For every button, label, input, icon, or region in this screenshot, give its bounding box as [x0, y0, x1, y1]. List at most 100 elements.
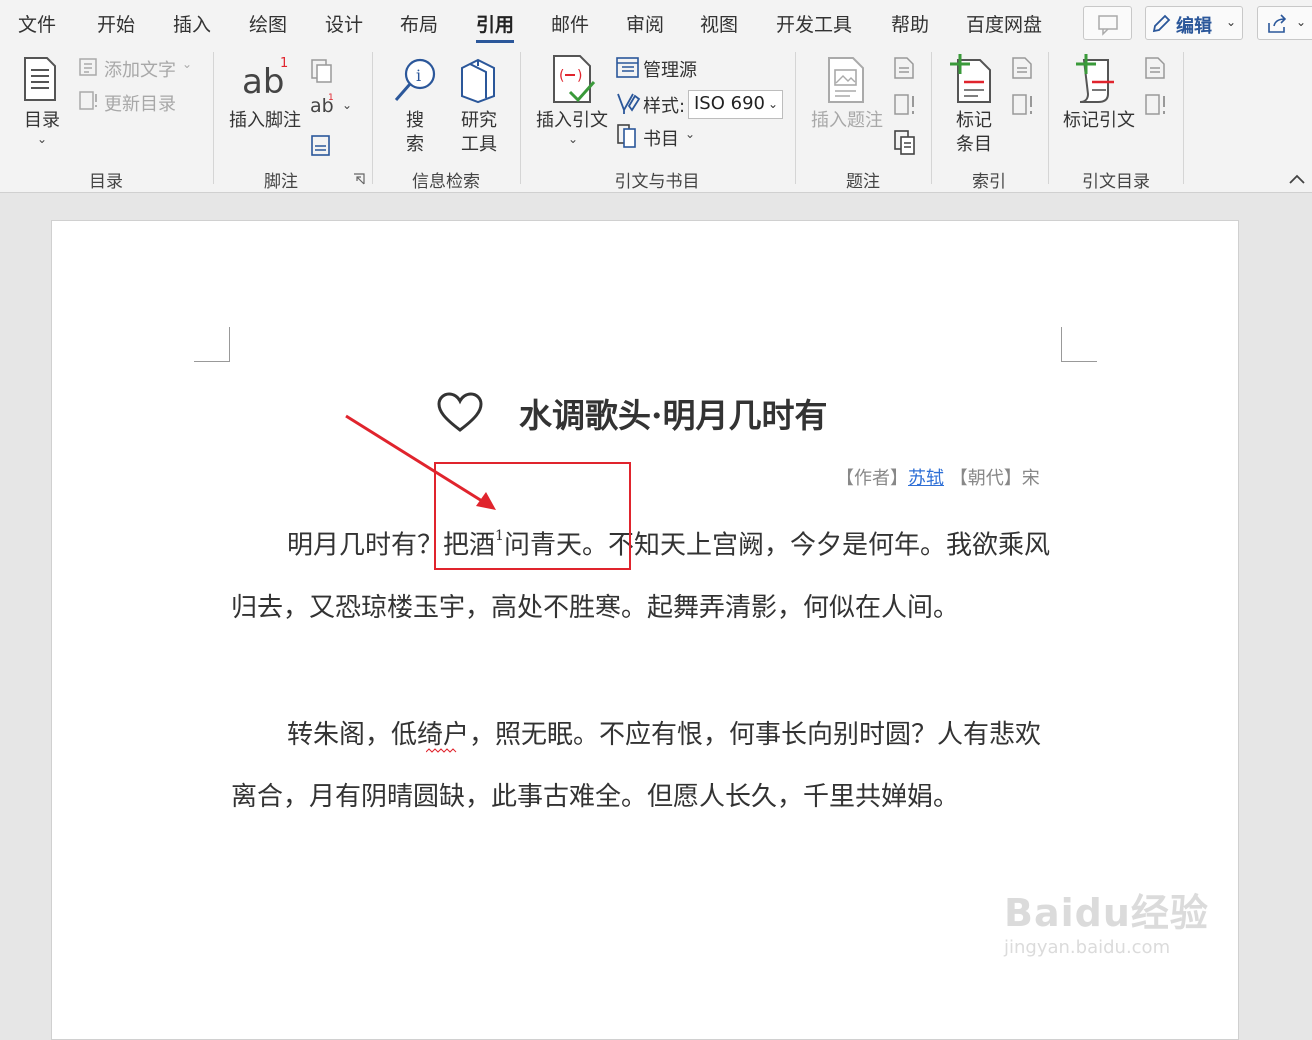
chevron-down-icon: ⌄ — [182, 57, 193, 71]
toc-button[interactable]: 目录 — [24, 106, 60, 132]
pencil-icon — [1152, 14, 1171, 33]
svg-text:ab: ab — [242, 62, 284, 101]
author-line: 【作者】苏轼 【朝代】宋 — [836, 464, 1040, 490]
paragraph-2[interactable]: 转朱阁，低绮户，照无眠。不应有恨，何事长向别时圆？人有悲欢离合，月有阴晴圆缺，此… — [231, 704, 1061, 828]
tab-mailings[interactable]: 邮件 — [551, 10, 589, 37]
table-of-contents-icon[interactable] — [22, 56, 58, 102]
tab-baidu-netdisk[interactable]: 百度网盘 — [966, 10, 1042, 37]
update-table-of-authorities-icon[interactable] — [1143, 92, 1169, 118]
group-divider — [372, 52, 373, 184]
mark-entry-label-line1[interactable]: 标记 — [956, 106, 992, 132]
bibliography-button[interactable]: 书目 — [643, 125, 679, 151]
researcher-label-line1[interactable]: 研究 — [461, 106, 497, 132]
paragraph-1[interactable]: 明月几时有？把酒1问青天。不知天上宫阙，今夕是何年。我欲乘风归去，又恐琼楼玉宇，… — [231, 509, 1061, 639]
insert-table-of-figures-icon[interactable] — [892, 56, 916, 80]
manage-sources-button[interactable]: 管理源 — [643, 56, 697, 82]
tab-insert[interactable]: 插入 — [173, 10, 211, 37]
insert-caption-button[interactable]: 插入题注 — [811, 106, 883, 132]
chevron-down-icon[interactable]: ⌄ — [342, 98, 352, 112]
menu-bar: 文件 开始 插入 绘图 设计 布局 引用 邮件 审阅 视图 开发工具 帮助 百度… — [0, 0, 1312, 48]
margin-corner-mark — [1061, 361, 1097, 362]
cross-reference-icon[interactable] — [892, 128, 918, 156]
tab-file[interactable]: 文件 — [18, 10, 56, 37]
researcher-icon[interactable] — [458, 56, 498, 104]
group-label-footnotes: 脚注 — [264, 172, 298, 192]
tab-design[interactable]: 设计 — [325, 10, 363, 37]
show-notes-icon[interactable] — [309, 133, 333, 157]
citation-style-select[interactable]: ISO 690 ⌄ — [688, 90, 783, 119]
chevron-down-icon: ⌄ — [767, 97, 778, 111]
tab-developer[interactable]: 开发工具 — [776, 10, 852, 37]
manage-sources-icon — [616, 57, 639, 78]
group-label-citations: 引文与书目 — [614, 172, 700, 192]
svg-text:): ) — [577, 68, 582, 84]
dialog-launcher-icon[interactable] — [353, 173, 365, 185]
update-table-icon[interactable] — [892, 92, 918, 118]
citation-style-value: ISO 690 — [694, 93, 765, 114]
tab-layout[interactable]: 布局 — [400, 10, 438, 37]
svg-text:(: ( — [559, 68, 564, 84]
group-divider — [795, 52, 796, 184]
update-toc-button[interactable]: 更新目录 — [104, 90, 176, 116]
author-prefix: 【作者】 — [836, 468, 908, 489]
tab-home[interactable]: 开始 — [97, 10, 135, 37]
group-label-toa: 引文目录 — [1082, 172, 1150, 192]
insert-footnote-icon[interactable]: ab 1 — [240, 53, 292, 101]
next-footnote-icon[interactable]: ab 1 — [309, 92, 337, 116]
svg-text:i: i — [416, 66, 421, 85]
dynasty-prefix: 【朝代】 — [949, 468, 1022, 489]
group-divider — [520, 52, 521, 184]
tab-references[interactable]: 引用 — [476, 10, 515, 43]
margin-corner-mark — [194, 361, 230, 362]
bibliography-icon — [617, 124, 636, 148]
insert-index-icon[interactable] — [1010, 56, 1034, 80]
style-icon — [617, 93, 641, 114]
insert-table-of-authorities-icon[interactable] — [1143, 56, 1169, 82]
group-label-index: 索引 — [972, 172, 1006, 192]
editing-mode-button[interactable]: 编辑 ⌄ — [1145, 6, 1243, 40]
document-title: 水调歌头·明月几时有 — [519, 396, 828, 435]
insert-footnote-button[interactable]: 插入脚注 — [229, 106, 301, 132]
mark-citation-button[interactable]: 标记引文 — [1063, 106, 1135, 132]
search-icon[interactable]: i — [392, 56, 440, 104]
watermark-logo: Baidu经验 — [1004, 891, 1209, 935]
add-text-button[interactable]: 添加文字 — [104, 56, 176, 82]
insert-citation-button[interactable]: 插入引文 — [536, 106, 608, 132]
search-label-line1[interactable]: 搜 — [406, 106, 424, 132]
mark-citation-icon[interactable] — [1074, 54, 1122, 104]
collapse-ribbon-icon[interactable] — [1288, 172, 1306, 186]
share-icon — [1268, 14, 1287, 33]
svg-text:1: 1 — [328, 93, 334, 103]
margin-corner-mark — [1061, 327, 1062, 362]
group-divider — [1048, 52, 1049, 184]
mark-entry-label-line2[interactable]: 条目 — [956, 130, 992, 156]
insert-endnote-icon[interactable] — [309, 58, 333, 84]
group-label-toc: 目录 — [89, 172, 123, 192]
chevron-down-icon[interactable]: ⌄ — [685, 127, 695, 141]
tab-view[interactable]: 视图 — [700, 10, 738, 37]
spellcheck-underline — [426, 748, 457, 753]
group-divider — [931, 52, 932, 184]
insert-citation-icon[interactable]: ( ) — [548, 54, 598, 106]
mark-entry-icon[interactable] — [948, 54, 994, 104]
chevron-down-icon[interactable]: ⌄ — [568, 132, 578, 146]
tab-draw[interactable]: 绘图 — [249, 10, 287, 37]
group-divider — [1183, 52, 1184, 184]
insert-caption-icon[interactable] — [826, 56, 866, 104]
tab-review[interactable]: 审阅 — [626, 10, 664, 37]
comments-button[interactable] — [1083, 6, 1132, 40]
ribbon: 目录 ⌄ 添加文字 ⌄ 更新目录 目录 ab 1 插入脚注 ab 1 ⌄ 脚注 … — [0, 48, 1312, 193]
baidu-watermark: Baidu经验 jingyan.baidu.com — [1004, 882, 1209, 958]
style-label: 样式: — [643, 96, 686, 117]
add-text-icon — [79, 58, 97, 76]
chevron-down-icon[interactable]: ⌄ — [37, 132, 47, 146]
tab-help[interactable]: 帮助 — [891, 10, 929, 37]
search-label-line2[interactable]: 索 — [406, 130, 424, 156]
share-button[interactable]: ⌄ — [1257, 6, 1312, 40]
update-index-icon[interactable] — [1010, 92, 1036, 118]
author-link[interactable]: 苏轼 — [908, 468, 944, 489]
watermark-url: jingyan.baidu.com — [1004, 937, 1171, 958]
chevron-down-icon: ⌄ — [1226, 15, 1237, 29]
researcher-label-line2[interactable]: 工具 — [461, 130, 497, 156]
paragraph-2-text: 转朱阁，低绮户，照无眠。不应有恨，何事长向别时圆？人有悲欢离合，月有阴晴圆缺，此… — [231, 720, 1042, 812]
